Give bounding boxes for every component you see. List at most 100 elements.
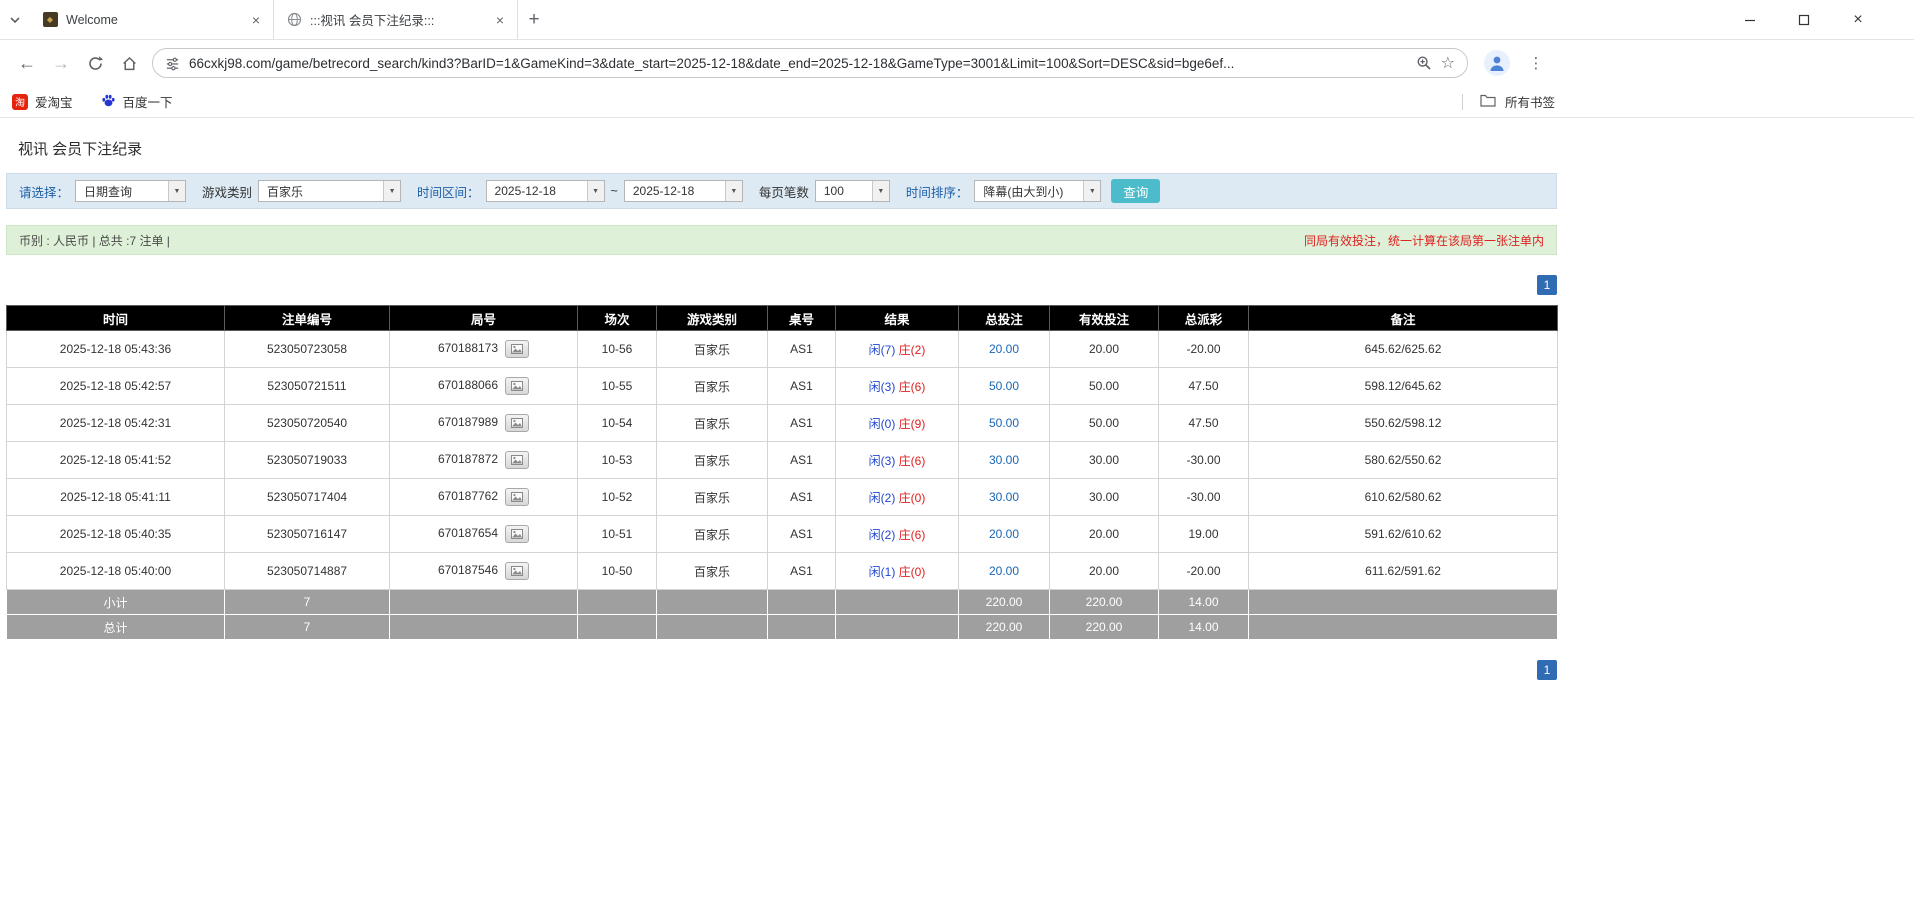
tab-close-icon[interactable]: × (491, 11, 509, 29)
subtotal-label: 小计 (7, 590, 225, 615)
profile-avatar-icon[interactable] (1484, 50, 1510, 76)
cell-payout: 19.00 (1159, 516, 1249, 553)
cell-time: 2025-12-18 05:41:11 (7, 479, 225, 516)
total-bet-link[interactable]: 50.00 (989, 379, 1019, 393)
cell-total-bet: 20.00 (959, 516, 1050, 553)
cell-result: 闲(3) 庄(6) (836, 368, 959, 405)
search-button[interactable]: 查询 (1111, 179, 1160, 203)
result-player: 闲(7) (869, 343, 896, 357)
new-tab-button[interactable]: + (518, 0, 550, 39)
cell-valid-bet: 50.00 (1050, 368, 1159, 405)
round-image-icon[interactable] (505, 377, 529, 395)
cell-note: 645.62/625.62 (1249, 331, 1558, 368)
cell-bet-id: 523050719033 (225, 442, 390, 479)
bookmark-baidu[interactable]: 百度一下 (101, 92, 173, 111)
site-settings-icon[interactable] (165, 56, 180, 71)
round-image-icon[interactable] (505, 451, 529, 469)
tab-betrecord[interactable]: :::视讯 会员下注纪录::: × (274, 0, 518, 39)
forward-icon[interactable]: → (44, 46, 78, 80)
game-type-select[interactable]: 百家乐 ▼ (258, 180, 401, 202)
result-player: 闲(3) (869, 454, 896, 468)
chevron-down-icon: ▼ (725, 181, 742, 201)
tab-search-chevron-icon[interactable] (0, 0, 30, 39)
total-bet-link[interactable]: 30.00 (989, 490, 1019, 504)
cell-round: 670187546 (390, 553, 578, 590)
per-page-select[interactable]: 100 ▼ (815, 180, 890, 202)
cell-total-bet: 30.00 (959, 479, 1050, 516)
browser-menu-icon[interactable]: ⋮ (1526, 54, 1546, 72)
table-body: 2025-12-18 05:43:36523050723058670188173… (7, 331, 1558, 590)
address-bar[interactable]: ☆ (152, 48, 1468, 78)
page-title: 视讯 会员下注纪录 (18, 138, 1557, 159)
zoom-icon[interactable] (1416, 55, 1432, 71)
chevron-down-icon: ▼ (1083, 181, 1100, 201)
cell-payout: -20.00 (1159, 331, 1249, 368)
round-image-icon[interactable] (505, 414, 529, 432)
filter-bar: 请选择： 日期查询 ▼ 游戏类别 百家乐 ▼ 时间区间： 2025-12-18 … (6, 173, 1557, 209)
table-summary: 小计 7 220.00 220.00 14.00 总计 7 220.00 220… (7, 590, 1558, 640)
table-row: 2025-12-18 05:40:35523050716147670187654… (7, 516, 1558, 553)
tab-title: :::视讯 会员下注纪录::: (310, 10, 483, 29)
column-header: 有效投注 (1050, 306, 1159, 331)
divider (1462, 94, 1463, 110)
round-image-icon[interactable] (505, 562, 529, 580)
cell-round: 670188173 (390, 331, 578, 368)
baidu-paw-favicon (101, 93, 116, 111)
close-window-icon[interactable]: × (1848, 10, 1868, 30)
round-image-icon[interactable] (505, 525, 529, 543)
all-bookmarks[interactable]: 所有书签 (1462, 92, 1555, 111)
cell-bet-id: 523050714887 (225, 553, 390, 590)
total-payout: 14.00 (1159, 615, 1249, 640)
sort-select[interactable]: 降幕(由大到小) ▼ (974, 180, 1101, 202)
round-image-icon[interactable] (505, 340, 529, 358)
result-banker: 庄(6) (899, 380, 926, 394)
result-player: 闲(0) (869, 417, 896, 431)
per-page-label: 每页笔数 (759, 182, 809, 201)
result-player: 闲(3) (869, 380, 896, 394)
page-button-1[interactable]: 1 (1537, 275, 1557, 295)
result-player: 闲(2) (869, 528, 896, 542)
folder-icon (1480, 93, 1496, 110)
total-bet-link[interactable]: 20.00 (989, 342, 1019, 356)
bookmarks-bar: 淘 爱淘宝 百度一下 所有书签 (0, 86, 1914, 118)
address-input[interactable] (189, 56, 1407, 71)
result-banker: 庄(6) (899, 454, 926, 468)
cell-bet-id: 523050723058 (225, 331, 390, 368)
cell-note: 610.62/580.62 (1249, 479, 1558, 516)
sort-label: 时间排序： (906, 182, 969, 201)
cell-session: 10-53 (578, 442, 657, 479)
result-player: 闲(1) (869, 565, 896, 579)
cell-valid-bet: 30.00 (1050, 479, 1159, 516)
column-header: 游戏类别 (657, 306, 768, 331)
tab-close-icon[interactable]: × (247, 11, 265, 29)
cell-valid-bet: 20.00 (1050, 331, 1159, 368)
round-image-icon[interactable] (505, 488, 529, 506)
tab-welcome[interactable]: ◆ Welcome × (30, 0, 274, 39)
same-round-note: 同局有效投注，统一计算在该局第一张注单内 (1304, 232, 1544, 249)
back-icon[interactable]: ← (10, 46, 44, 80)
chevron-down-icon: ▼ (168, 181, 185, 201)
tab-title: Welcome (66, 13, 239, 27)
round-number: 670187546 (438, 563, 498, 577)
date-end-select[interactable]: 2025-12-18 ▼ (624, 180, 743, 202)
column-header: 桌号 (768, 306, 836, 331)
home-icon[interactable] (112, 46, 146, 80)
cell-result: 闲(1) 庄(0) (836, 553, 959, 590)
cell-valid-bet: 20.00 (1050, 516, 1159, 553)
total-bet-link[interactable]: 30.00 (989, 453, 1019, 467)
total-bet-link[interactable]: 50.00 (989, 416, 1019, 430)
bookmark-aitaobao[interactable]: 淘 爱淘宝 (12, 92, 73, 111)
cell-valid-bet: 50.00 (1050, 405, 1159, 442)
page-button-1[interactable]: 1 (1537, 660, 1557, 680)
cell-game: 百家乐 (657, 553, 768, 590)
minimize-icon[interactable] (1740, 10, 1760, 30)
bookmark-star-icon[interactable]: ☆ (1441, 53, 1455, 73)
query-mode-select[interactable]: 日期查询 ▼ (75, 180, 186, 202)
total-bet-link[interactable]: 20.00 (989, 564, 1019, 578)
table-row: 2025-12-18 05:43:36523050723058670188173… (7, 331, 1558, 368)
date-start-select[interactable]: 2025-12-18 ▼ (486, 180, 605, 202)
maximize-icon[interactable] (1794, 10, 1814, 30)
reload-icon[interactable] (78, 46, 112, 80)
window-controls: × (1740, 0, 1868, 40)
total-bet-link[interactable]: 20.00 (989, 527, 1019, 541)
